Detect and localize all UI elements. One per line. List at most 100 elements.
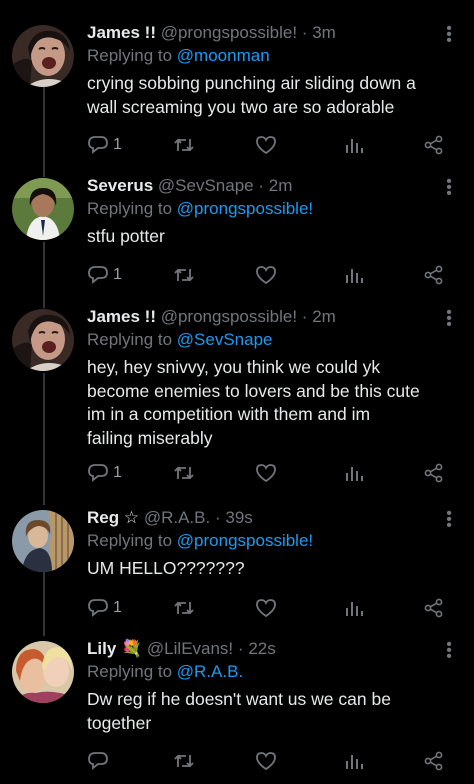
retweet-button[interactable] (173, 462, 195, 484)
user-handle[interactable]: @SevSnape (158, 176, 254, 195)
user-handle[interactable]: @R.A.B. (144, 508, 210, 527)
tweet-actions: 1 (87, 462, 457, 484)
reply-thread: James !! @prongspossible! · 3m Replying … (0, 0, 474, 784)
timestamp[interactable]: 2m (312, 307, 336, 326)
replying-to: Replying to @R.A.B. (87, 660, 446, 683)
avatar[interactable] (12, 510, 74, 572)
more-vertical-icon[interactable]: • • • (444, 305, 454, 333)
share-button[interactable] (423, 134, 445, 156)
heart-icon (256, 752, 276, 771)
like-button[interactable] (255, 750, 277, 772)
tweet-actions: 1 (87, 134, 457, 156)
display-name[interactable]: Lily 💐 (87, 639, 142, 658)
replying-to: Replying to @prongspossible! (87, 197, 446, 220)
display-name[interactable]: James !! (87, 307, 156, 326)
like-button[interactable] (255, 134, 277, 156)
tweet-text-line: together (87, 712, 152, 733)
heart-icon (256, 464, 276, 483)
share-button[interactable] (423, 462, 445, 484)
like-button[interactable] (255, 264, 277, 286)
retweet-button[interactable] (173, 134, 195, 156)
display-name[interactable]: Severus (87, 176, 153, 195)
reply-button[interactable]: 1 (87, 264, 122, 286)
reply-icon (88, 752, 108, 770)
views-button[interactable] (343, 264, 365, 286)
tweet-text: Dw reg if he doesn't want us we can be t… (87, 688, 446, 735)
share-icon (424, 598, 443, 618)
more-vertical-icon[interactable]: • • • (444, 174, 454, 202)
tweet-text: stfu potter (87, 225, 446, 249)
share-button[interactable] (423, 597, 445, 619)
reply-icon (88, 599, 108, 617)
tweet-text-line: hey, hey snivvy, you think we could yk (87, 357, 381, 377)
heart-icon (256, 266, 276, 285)
avatar[interactable] (12, 309, 74, 371)
retweet-icon (174, 138, 194, 152)
replying-to-label: Replying to (87, 199, 173, 218)
user-handle[interactable]: @prongspossible! (161, 307, 297, 326)
retweet-icon (174, 466, 194, 480)
user-handle[interactable]: @LilEvans! (147, 639, 233, 658)
mention-link[interactable]: @moonman (177, 46, 270, 65)
share-icon (424, 265, 443, 285)
share-button[interactable] (423, 264, 445, 286)
mention-link[interactable]: @SevSnape (177, 330, 273, 349)
display-name[interactable]: Reg ☆ (87, 508, 139, 527)
like-button[interactable] (255, 597, 277, 619)
avatar[interactable] (12, 641, 74, 703)
retweet-button[interactable] (173, 264, 195, 286)
share-icon (424, 135, 443, 155)
mention-link[interactable]: @prongspossible! (177, 199, 313, 218)
tweet-actions: 1 (87, 264, 457, 286)
tweet[interactable]: James !! @prongspossible! · 3m Replying … (0, 21, 474, 162)
share-button[interactable] (423, 750, 445, 772)
retweet-button[interactable] (173, 750, 195, 772)
tweet-text-line: stfu potter (87, 226, 165, 246)
timestamp[interactable]: 3m (312, 23, 336, 42)
timestamp[interactable]: 22s (248, 639, 275, 658)
tweet-header: James !! @prongspossible! · 2m (87, 306, 446, 328)
replying-to: Replying to @SevSnape (87, 328, 446, 351)
mention-link[interactable]: @R.A.B. (177, 662, 243, 681)
views-button[interactable] (343, 462, 365, 484)
reply-button[interactable]: 1 (87, 462, 122, 484)
more-vertical-icon[interactable]: • • • (444, 21, 454, 49)
display-name[interactable]: James !! (87, 23, 156, 42)
views-button[interactable] (343, 134, 365, 156)
more-vertical-icon[interactable]: • • • (444, 637, 454, 665)
replying-to-label: Replying to (87, 46, 173, 65)
replying-to-label: Replying to (87, 662, 173, 681)
stats-icon (346, 755, 363, 769)
reply-button[interactable]: 1 (87, 134, 122, 156)
separator-dot: · (258, 176, 265, 195)
like-button[interactable] (255, 462, 277, 484)
avatar[interactable] (12, 25, 74, 87)
tweet-header: Reg ☆ @R.A.B. · 39s (87, 507, 446, 529)
mention-link[interactable]: @prongspossible! (177, 531, 313, 550)
reply-button[interactable]: 1 (87, 597, 122, 619)
replying-to: Replying to @moonman (87, 44, 446, 67)
tweet-text-line: im in a competition with them and im (87, 404, 371, 424)
tweet-text-line: become enemies to lovers and be this cut… (87, 380, 420, 401)
tweet[interactable]: Severus @SevSnape · 2m Replying to @pron… (0, 174, 474, 295)
tweet[interactable]: Reg ☆ @R.A.B. · 39s Replying to @prongsp… (0, 506, 474, 622)
timestamp[interactable]: 39s (225, 508, 252, 527)
tweet[interactable]: James !! @prongspossible! · 2m Replying … (0, 305, 474, 486)
stats-icon (346, 139, 363, 153)
heart-icon (256, 136, 276, 155)
retweet-button[interactable] (173, 597, 195, 619)
stats-icon (346, 602, 363, 616)
reply-count: 1 (113, 464, 122, 481)
timestamp[interactable]: 2m (269, 176, 293, 195)
views-button[interactable] (343, 597, 365, 619)
separator-dot: · (301, 23, 308, 42)
tweet-text: crying sobbing punching air sliding down… (87, 72, 446, 119)
separator-dot: · (214, 508, 221, 527)
user-handle[interactable]: @prongspossible! (161, 23, 297, 42)
avatar[interactable] (12, 178, 74, 240)
reply-button[interactable] (87, 750, 113, 772)
more-vertical-icon[interactable]: • • • (444, 506, 454, 534)
tweet[interactable]: Lily 💐 @LilEvans! · 22s Replying to @R.A… (0, 637, 474, 778)
tweet-text-line: UM HELLO??????? (87, 558, 245, 578)
views-button[interactable] (343, 750, 365, 772)
